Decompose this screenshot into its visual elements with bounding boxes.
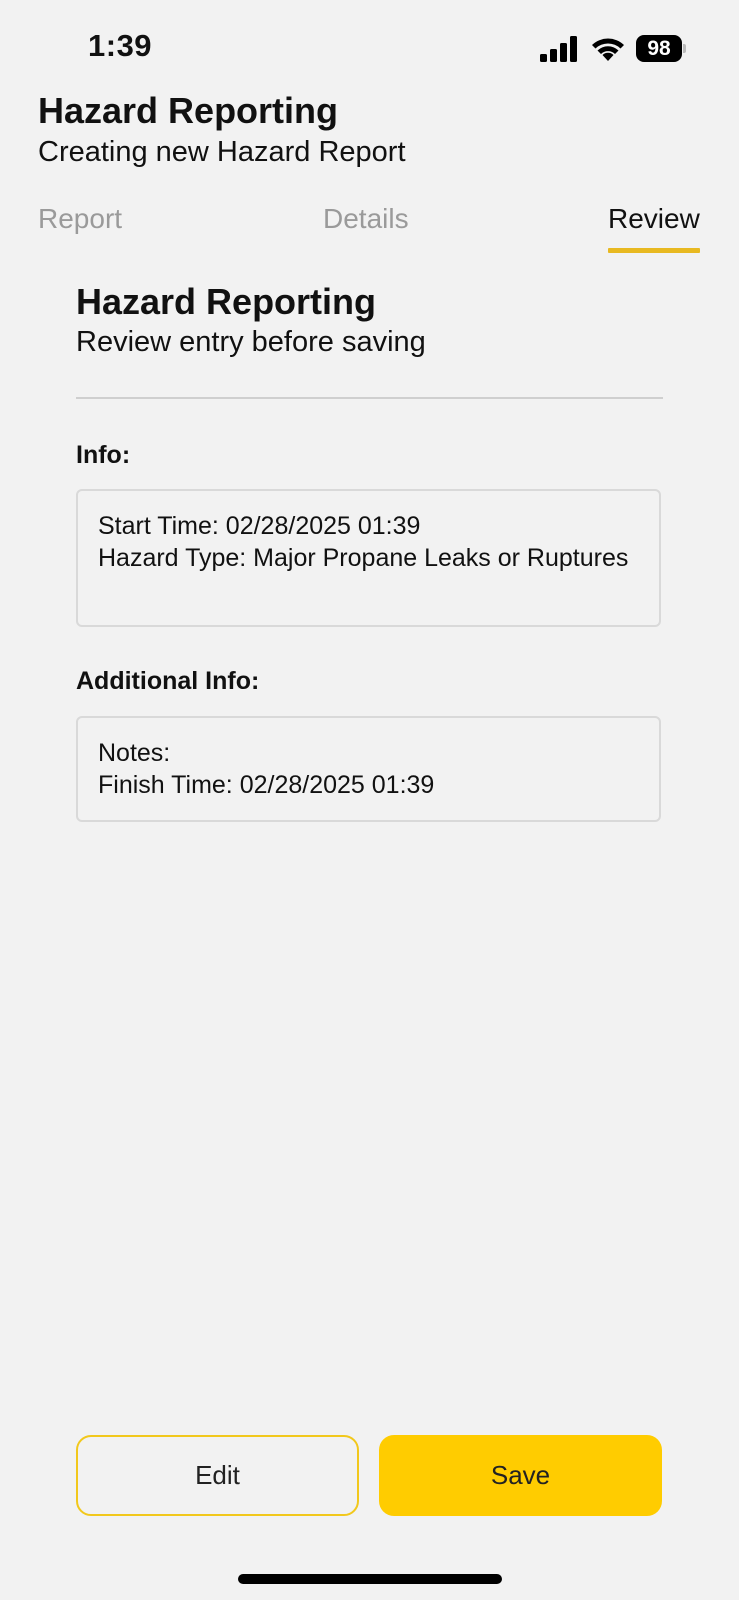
- finish-time-text: Finish Time: 02/28/2025 01:39: [98, 771, 435, 799]
- page-subtitle: Creating new Hazard Report: [38, 136, 406, 168]
- info-box: Start Time: 02/28/2025 01:39 Hazard Type…: [76, 489, 661, 627]
- tab-details[interactable]: Details: [323, 203, 409, 235]
- divider: [76, 397, 663, 399]
- start-time-text: Start Time: 02/28/2025 01:39: [98, 512, 421, 540]
- battery-level: 98: [636, 35, 682, 62]
- additional-info-box: Notes: Finish Time: 02/28/2025 01:39: [76, 716, 661, 822]
- review-title: Hazard Reporting: [76, 281, 377, 322]
- battery-tip: [683, 44, 686, 53]
- status-bar: 1:39 98: [0, 0, 739, 90]
- wifi-icon: [592, 38, 624, 61]
- tab-report[interactable]: Report: [38, 203, 122, 235]
- status-time: 1:39: [88, 28, 153, 63]
- home-indicator[interactable]: [238, 1574, 502, 1584]
- battery-icon: 98: [636, 35, 686, 62]
- notes-text: Notes:: [98, 739, 171, 767]
- page-title: Hazard Reporting: [38, 90, 339, 131]
- active-tab-indicator: [608, 248, 700, 253]
- save-button[interactable]: Save: [379, 1435, 662, 1516]
- info-section-label: Info:: [76, 441, 131, 469]
- edit-button[interactable]: Edit: [76, 1435, 359, 1516]
- tab-review[interactable]: Review: [608, 203, 700, 235]
- additional-info-section-label: Additional Info:: [76, 667, 260, 695]
- review-subtitle: Review entry before saving: [76, 326, 426, 358]
- signal-icon: [540, 36, 577, 62]
- hazard-type-text: Hazard Type: Major Propane Leaks or Rupt…: [98, 544, 629, 572]
